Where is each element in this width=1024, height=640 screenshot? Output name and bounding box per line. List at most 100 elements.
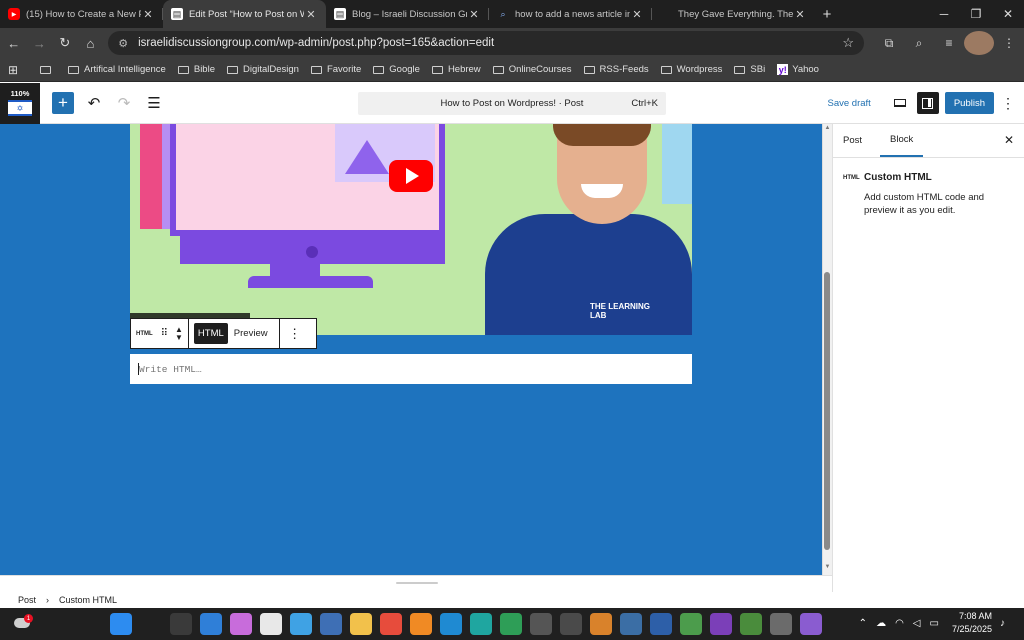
tab-search-icon[interactable]: ⌕ — [904, 31, 934, 55]
youtube-embed[interactable]: THE LEARNING LAB Watch on ▶ YouTube — [130, 124, 692, 335]
site-icon[interactable]: 110% ✡ — [0, 82, 40, 124]
options-menu-icon[interactable]: ⋮ — [1000, 95, 1016, 112]
app-icon[interactable] — [320, 613, 342, 635]
bookmark-folder[interactable]: Artifical Intelligence — [68, 64, 166, 75]
terminal-icon[interactable] — [650, 613, 672, 635]
undo-icon[interactable]: ↶ — [80, 89, 108, 117]
close-tab-icon[interactable]: ✕ — [630, 8, 644, 21]
edge-icon[interactable] — [470, 613, 492, 635]
onedrive-icon[interactable]: ☁ — [876, 618, 886, 629]
close-tab-icon[interactable]: ✕ — [793, 8, 807, 21]
publish-button[interactable]: Publish — [944, 92, 994, 114]
file-explorer-icon[interactable] — [350, 613, 372, 635]
app-icon[interactable] — [800, 613, 822, 635]
scrollbar-thumb[interactable] — [824, 272, 830, 550]
app-icon[interactable] — [770, 613, 792, 635]
app-icon[interactable] — [590, 613, 612, 635]
address-bar[interactable]: ⚙ israelidiscussiongroup.com/wp-admin/po… — [108, 31, 864, 55]
preview-tab-button[interactable]: Preview — [234, 328, 268, 339]
minimize-icon[interactable]: ─ — [928, 0, 960, 28]
reading-list-icon[interactable]: ≡ — [934, 31, 964, 55]
widgets-icon[interactable] — [200, 613, 222, 635]
home-icon[interactable]: ⌂ — [79, 31, 103, 55]
block-inserter-button[interactable]: + — [52, 92, 74, 114]
app-icon[interactable] — [560, 613, 582, 635]
drag-handle-icon[interactable]: ⠿ — [161, 328, 168, 339]
battery-icon[interactable]: ▭ — [930, 618, 939, 629]
bookmark-folder[interactable]: RSS-Feeds — [583, 64, 649, 75]
clock[interactable]: 7:08 AM 7/25/2025 — [952, 610, 992, 636]
browser-tab-active[interactable]: ▤ Edit Post “How to Post on Wor ✕ — [163, 0, 326, 28]
windows-start-icon[interactable] — [110, 613, 132, 635]
weather-widget-icon[interactable]: 1 — [12, 612, 34, 634]
bookmark-star-icon[interactable]: ☆ — [842, 35, 854, 51]
chrome-icon[interactable] — [380, 613, 402, 635]
redo-icon[interactable]: ↷ — [110, 89, 138, 117]
bookmark-folder[interactable]: Bible — [177, 64, 215, 75]
bookmark-folder[interactable]: Hebrew — [431, 64, 481, 75]
tab-post[interactable]: Post — [833, 124, 872, 157]
reload-icon[interactable]: ↻ — [53, 31, 77, 55]
youtube-play-icon[interactable] — [389, 160, 433, 192]
resize-handle[interactable] — [396, 582, 438, 584]
bookmark-link[interactable]: y! Yahoo — [777, 64, 819, 75]
close-icon[interactable]: ✕ — [992, 0, 1024, 28]
save-draft-button[interactable]: Save draft — [828, 98, 871, 109]
editor-canvas[interactable]: THE LEARNING LAB Watch on ▶ YouTube HTML… — [0, 124, 822, 575]
bookmark-folder[interactable]: OnlineCourses — [492, 64, 572, 75]
extensions-icon[interactable]: ⧉ — [874, 31, 904, 55]
html-code-input[interactable]: Write HTML… — [130, 354, 692, 384]
bookmark-folder[interactable] — [40, 65, 56, 74]
onenote-icon[interactable] — [710, 613, 732, 635]
bookmark-folder[interactable]: DigitalDesign — [226, 64, 299, 75]
scroll-up-icon[interactable]: ▲ — [823, 125, 832, 131]
chevron-up-icon[interactable]: ⌃ — [859, 618, 867, 629]
move-down-icon[interactable]: ▼ — [175, 333, 183, 342]
browser-tab[interactable]: ⌕ how to add a news article in a ✕ — [489, 0, 652, 28]
back-icon[interactable]: ← — [2, 31, 26, 55]
task-view-icon[interactable] — [170, 613, 192, 635]
new-tab-button[interactable]: + — [815, 0, 839, 28]
browser-tab[interactable]: ▶ (15) How to Create a New Post ✕ — [0, 0, 163, 28]
scroll-down-icon[interactable]: ▼ — [823, 564, 832, 570]
notification-bell-icon[interactable]: ♪ — [1000, 618, 1005, 629]
wifi-icon[interactable]: ◠ — [895, 618, 904, 629]
settings-sidebar-toggle[interactable] — [916, 92, 939, 114]
close-tab-icon[interactable]: ✕ — [304, 8, 318, 21]
volume-icon[interactable]: ◁ — [913, 618, 921, 629]
vscode-icon[interactable] — [440, 613, 462, 635]
apps-grid-icon[interactable]: ⊞ — [8, 63, 22, 77]
bookmark-folder[interactable]: Google — [373, 64, 420, 75]
browser-tab[interactable]: ▤ Blog – Israeli Discussion Group ✕ — [326, 0, 489, 28]
block-switcher[interactable]: HTML ⠿ ▲ ▼ — [131, 319, 189, 348]
app-icon[interactable] — [740, 613, 762, 635]
store-icon[interactable] — [260, 613, 282, 635]
app-icon[interactable] — [500, 613, 522, 635]
close-icon[interactable]: ✕ — [1004, 133, 1014, 147]
search-icon[interactable] — [140, 613, 162, 635]
app-icon[interactable] — [290, 613, 312, 635]
close-tab-icon[interactable]: ✕ — [141, 8, 155, 21]
command-palette-bar[interactable]: How to Post on Wordpress! · Post Ctrl+K — [358, 92, 666, 115]
firefox-icon[interactable] — [410, 613, 432, 635]
bookmark-folder[interactable]: SBi — [734, 64, 765, 75]
forward-icon[interactable]: → — [28, 31, 52, 55]
browser-menu-icon[interactable]: ⋮ — [994, 31, 1024, 55]
bookmark-folder[interactable]: Favorite — [310, 64, 361, 75]
profile-avatar[interactable] — [964, 31, 994, 55]
copilot-icon[interactable] — [230, 613, 252, 635]
site-info-icon[interactable]: ⚙ — [118, 37, 128, 50]
browser-tab[interactable]: They Gave Everything. Their Fa ✕ — [652, 0, 815, 28]
tab-block[interactable]: Block — [880, 124, 924, 157]
move-block-control[interactable]: ▲ ▼ — [175, 325, 183, 342]
document-overview-icon[interactable]: ☰ — [140, 89, 168, 117]
close-tab-icon[interactable]: ✕ — [467, 8, 481, 21]
notepad-icon[interactable] — [680, 613, 702, 635]
maximize-icon[interactable]: ❐ — [960, 0, 992, 28]
block-options-icon[interactable]: ⋮ — [280, 319, 310, 348]
app-icon[interactable] — [530, 613, 552, 635]
html-tab-button[interactable]: HTML — [193, 323, 228, 344]
preview-device-icon[interactable] — [887, 92, 913, 114]
breadcrumb-post[interactable]: Post — [18, 595, 36, 605]
app-icon[interactable] — [620, 613, 642, 635]
